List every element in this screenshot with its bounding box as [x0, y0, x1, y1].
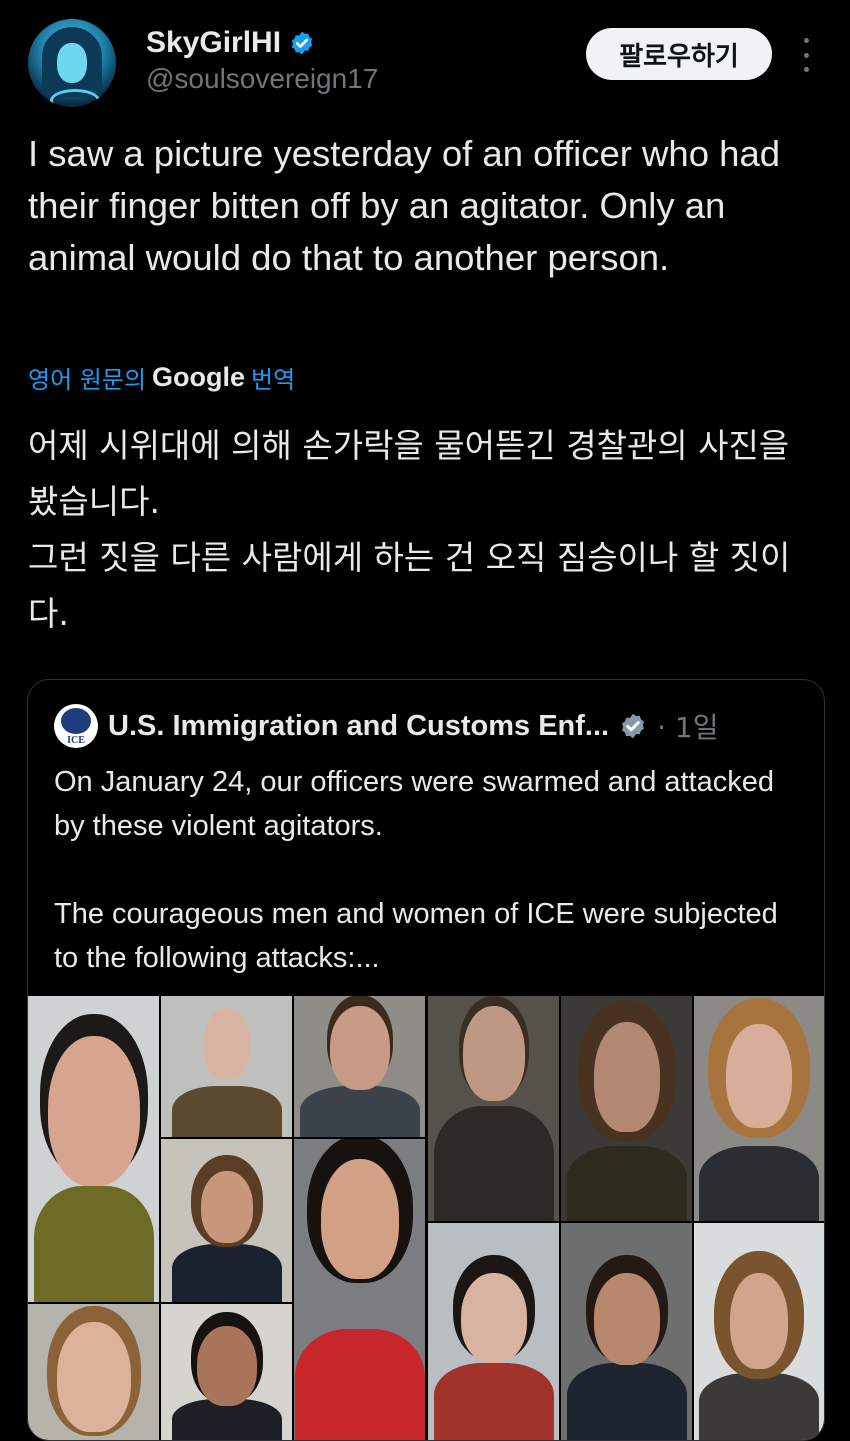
mugshot-photo — [694, 996, 824, 1221]
avatar-ring — [50, 89, 100, 107]
avatar-face — [57, 43, 87, 83]
quoted-tweet-header: ICE U.S. Immigration and Customs Enf... … — [54, 704, 719, 748]
quoted-text: On January 24, our officers were swarmed… — [54, 760, 804, 980]
ice-seal-icon: ICE — [54, 704, 98, 748]
mugshot-photo — [161, 1304, 292, 1440]
mugshot-photo — [428, 1223, 559, 1440]
translated-line: 어제 시위대에 의해 손가락을 물어뜯긴 경찰관의 사진을 봤습니다. — [28, 426, 790, 521]
mugshot-photo — [561, 996, 692, 1221]
quoted-author-name[interactable]: U.S. Immigration and Customs Enf... — [108, 710, 609, 743]
more-dot — [803, 52, 809, 58]
verified-gray-badge-icon — [622, 713, 645, 739]
quoted-paragraph: On January 24, our officers were swarmed… — [54, 766, 775, 842]
mugshot-photo — [161, 1139, 292, 1302]
translation-prefix: 영어 원문의 — [28, 366, 147, 394]
translation-attribution[interactable]: 영어 원문의 Google 번역 — [28, 360, 295, 395]
google-logo: Google — [152, 362, 246, 392]
quoted-paragraph: The courageous men and women of ICE were… — [54, 898, 778, 974]
quoted-timestamp[interactable]: · 1일 — [657, 706, 718, 746]
tweet-text: I saw a picture yesterday of an officer … — [28, 133, 781, 278]
user-handle[interactable]: @soulsovereign17 — [146, 63, 378, 95]
verified-badge-icon — [291, 31, 313, 55]
more-dot — [803, 38, 809, 43]
mugshot-photo — [561, 1223, 692, 1440]
avatar[interactable] — [28, 19, 116, 107]
mugshot-photo — [694, 1223, 824, 1440]
translated-line: 그런 짓을 다른 사람에게 하는 건 오직 짐승이나 할 짓이다. — [28, 538, 791, 633]
mugshot-photo — [294, 996, 425, 1137]
more-vertical-icon[interactable] — [796, 38, 816, 72]
translated-text: 어제 시위대에 의해 손가락을 물어뜯긴 경찰관의 사진을 봤습니다. 그런 짓… — [28, 418, 828, 642]
quoted-tweet[interactable]: ICE U.S. Immigration and Customs Enf... … — [27, 679, 825, 1441]
ice-logo-label: ICE — [67, 735, 85, 746]
mugshot-photo — [428, 996, 559, 1221]
user-name-row: SkyGirlHI — [146, 26, 315, 60]
translation-suffix: 번역 — [251, 366, 296, 394]
mugshot-photo — [28, 1304, 159, 1440]
photo-collage[interactable] — [28, 996, 824, 1440]
more-dot — [803, 67, 809, 72]
mugshot-photo — [294, 1139, 425, 1440]
mugshot-photo — [161, 996, 292, 1137]
follow-button[interactable]: 팔로우하기 — [586, 28, 772, 80]
mugshot-photo — [28, 996, 159, 1302]
seal-emblem — [61, 708, 91, 734]
display-name[interactable]: SkyGirlHI — [146, 26, 281, 60]
